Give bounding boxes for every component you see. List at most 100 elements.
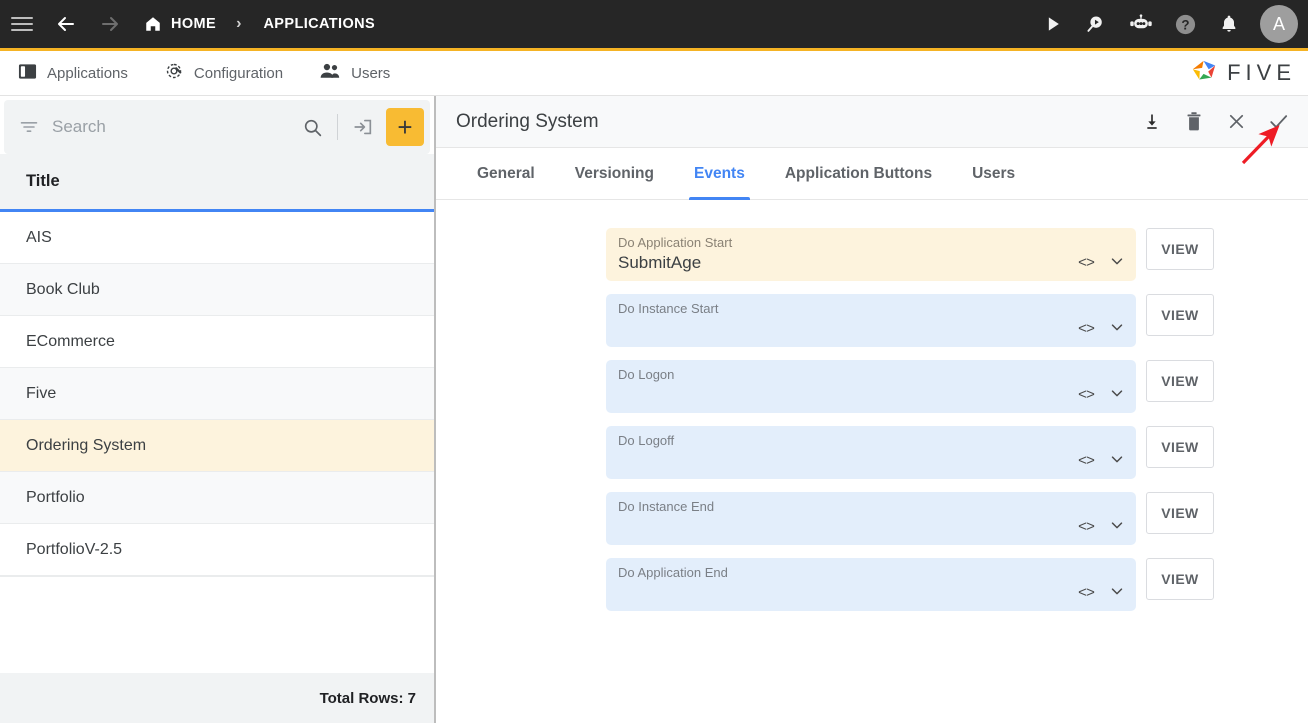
chevron-down-icon[interactable] <box>1108 450 1126 473</box>
events-form: Do Application Start SubmitAge <> <box>436 200 1308 723</box>
top-bar-right-group: ? A <box>1034 2 1298 46</box>
avatar-initial: A <box>1273 14 1285 35</box>
view-button-label: VIEW <box>1161 505 1198 521</box>
event-field-do-application-start[interactable]: Do Application Start SubmitAge <> <box>606 228 1136 281</box>
event-row: Do Application Start SubmitAge <> <box>606 228 1308 281</box>
event-field-label: Do Instance End <box>618 499 1136 515</box>
tab-application-buttons[interactable]: Application Buttons <box>768 148 949 200</box>
application-detail-panel: Ordering System <box>436 96 1308 723</box>
tab-versioning-label: Versioning <box>575 165 654 183</box>
trash-icon[interactable] <box>1182 107 1206 137</box>
search-icon[interactable] <box>295 117 329 138</box>
table-row[interactable]: Book Club <box>0 264 434 316</box>
code-icon[interactable]: <> <box>1078 453 1094 470</box>
close-icon[interactable] <box>1224 107 1248 137</box>
event-field-do-logon[interactable]: Do Logon <> <box>606 360 1136 413</box>
code-icon[interactable]: <> <box>1078 255 1094 272</box>
view-button[interactable]: VIEW <box>1146 228 1214 270</box>
row-title: PortfolioV-2.5 <box>26 541 122 559</box>
top-bar-left-group: HOME › APPLICATIONS <box>0 0 375 48</box>
code-icon[interactable]: <> <box>1078 387 1094 404</box>
add-application-button[interactable]: + <box>386 108 424 146</box>
tab-events[interactable]: Events <box>677 148 762 200</box>
view-button-label: VIEW <box>1161 373 1198 389</box>
home-icon <box>144 15 162 33</box>
table-row[interactable]: AIS <box>0 212 434 264</box>
tab-general[interactable]: General <box>460 148 552 200</box>
view-button[interactable]: VIEW <box>1146 492 1214 534</box>
view-button[interactable]: VIEW <box>1146 294 1214 336</box>
chevron-down-icon[interactable] <box>1108 516 1126 539</box>
event-row: Do Logon <> VIEW <box>606 360 1308 413</box>
nav-item-users[interactable]: Users <box>301 51 408 96</box>
help-icon[interactable]: ? <box>1166 2 1204 46</box>
user-avatar[interactable]: A <box>1260 5 1298 43</box>
download-icon[interactable] <box>1140 107 1164 137</box>
event-field-do-application-end[interactable]: Do Application End <> <box>606 558 1136 611</box>
event-field-icons: <> <box>1078 252 1126 275</box>
application-window: HOME › APPLICATIONS <box>0 0 1308 723</box>
view-button[interactable]: VIEW <box>1146 360 1214 402</box>
code-icon[interactable]: <> <box>1078 321 1094 338</box>
applications-icon <box>18 62 37 85</box>
view-button-label: VIEW <box>1161 439 1198 455</box>
view-button-label: VIEW <box>1161 571 1198 587</box>
nav-item-applications-label: Applications <box>47 65 128 82</box>
table-row[interactable]: ECommerce <box>0 316 434 368</box>
breadcrumb-home[interactable]: HOME <box>144 15 216 33</box>
tab-versioning[interactable]: Versioning <box>558 148 671 200</box>
event-field-do-instance-end[interactable]: Do Instance End <> <box>606 492 1136 545</box>
tab-users[interactable]: Users <box>955 148 1032 200</box>
bell-icon[interactable] <box>1210 2 1248 46</box>
search-input[interactable] <box>42 117 295 137</box>
chevron-down-icon[interactable] <box>1108 252 1126 275</box>
forward-arrow-icon[interactable] <box>88 0 132 48</box>
grid-column-header-title: Title <box>26 172 60 191</box>
check-icon[interactable] <box>1266 107 1290 137</box>
view-button-label: VIEW <box>1161 307 1198 323</box>
event-field-label: Do Application End <box>618 565 1136 581</box>
table-row[interactable]: PortfolioV-2.5 <box>0 524 434 576</box>
code-icon[interactable]: <> <box>1078 519 1094 536</box>
chevron-down-icon[interactable] <box>1108 582 1126 605</box>
event-field-label: Do Application Start <box>618 235 1136 251</box>
tab-users-label: Users <box>972 165 1015 183</box>
tab-general-label: General <box>477 165 535 183</box>
event-field-label: Do Instance Start <box>618 301 1136 317</box>
back-arrow-icon[interactable] <box>44 0 88 48</box>
event-row: Do Application End <> VIEW <box>606 558 1308 611</box>
chevron-down-icon[interactable] <box>1108 318 1126 341</box>
import-icon[interactable] <box>346 110 380 144</box>
filter-icon[interactable] <box>16 117 42 137</box>
total-rows-label: Total Rows: 7 <box>320 690 416 707</box>
search-play-icon[interactable] <box>1078 2 1116 46</box>
view-button[interactable]: VIEW <box>1146 558 1214 600</box>
svg-text:?: ? <box>1181 17 1189 32</box>
grid-rows: AIS Book Club ECommerce Five Ordering Sy… <box>0 212 434 673</box>
event-field-icons: <> <box>1078 384 1126 407</box>
event-field-value: SubmitAge <box>618 252 1136 274</box>
row-title: Portfolio <box>26 489 85 507</box>
code-icon[interactable]: <> <box>1078 585 1094 602</box>
detail-tabs: General Versioning Events Application Bu… <box>436 148 1308 200</box>
view-button[interactable]: VIEW <box>1146 426 1214 468</box>
table-row[interactable]: Five <box>0 368 434 420</box>
robot-icon[interactable] <box>1122 2 1160 46</box>
event-row: Do Instance Start <> VIEW <box>606 294 1308 347</box>
hamburger-menu-icon[interactable] <box>0 0 44 48</box>
table-row-selected[interactable]: Ordering System <box>0 420 434 472</box>
event-field-do-logoff[interactable]: Do Logoff <> <box>606 426 1136 479</box>
row-title: AIS <box>26 229 52 247</box>
play-icon[interactable] <box>1034 2 1072 46</box>
chevron-down-icon[interactable] <box>1108 384 1126 407</box>
table-row[interactable]: Portfolio <box>0 472 434 524</box>
event-row: Do Logoff <> VIEW <box>606 426 1308 479</box>
row-title: ECommerce <box>26 333 115 351</box>
row-title: Book Club <box>26 281 100 299</box>
nav-item-configuration[interactable]: Configuration <box>146 51 301 96</box>
row-title: Ordering System <box>26 437 146 455</box>
event-field-icons: <> <box>1078 516 1126 539</box>
event-field-do-instance-start[interactable]: Do Instance Start <> <box>606 294 1136 347</box>
event-field-label: Do Logoff <box>618 433 1136 449</box>
nav-item-applications[interactable]: Applications <box>0 51 146 96</box>
